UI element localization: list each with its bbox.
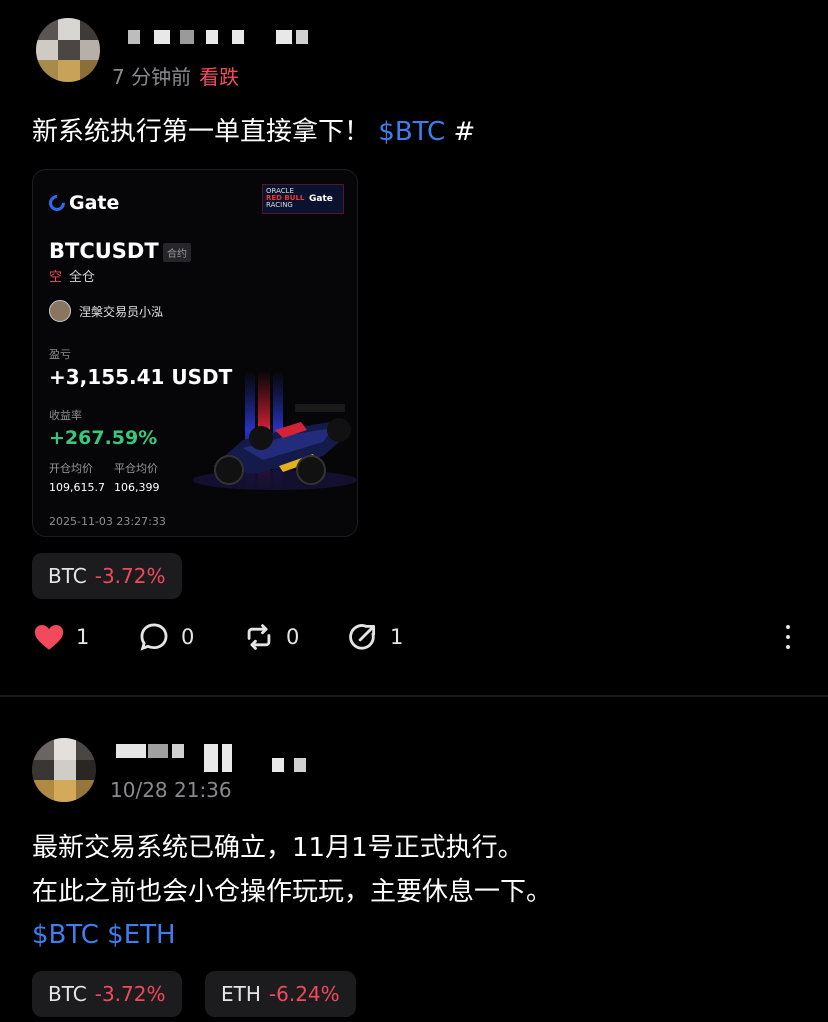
brand-logo: Gate <box>45 191 120 215</box>
contract-symbol: BTCUSDT <box>49 239 159 263</box>
like-count: 1 <box>76 625 90 649</box>
margin-mode: 全仓 <box>69 270 96 285</box>
share-button[interactable]: 1 <box>346 620 403 654</box>
ticker-chip-btc[interactable]: BTC -3.72% <box>32 553 182 599</box>
sponsor-badge: ORACLE RED BULL RACING Gate <box>262 184 344 214</box>
comment-bubble-icon <box>140 623 168 651</box>
post-divider <box>0 695 828 697</box>
roi-value: +267.59% <box>49 427 158 449</box>
ticker-chip-eth[interactable]: ETH -6.24% <box>205 971 356 1017</box>
pnl-share-card[interactable]: Gate ORACLE RED BULL RACING Gate BTCUSDT… <box>32 169 358 537</box>
username[interactable] <box>116 744 316 772</box>
hashtag-link[interactable]: # <box>453 117 475 147</box>
badge-brand: Gate <box>309 194 333 204</box>
like-button[interactable]: 1 <box>32 620 89 654</box>
ticker-chip-btc[interactable]: BTC -3.72% <box>32 971 182 1017</box>
ticker-symbol: ETH <box>221 982 261 1006</box>
comment-button[interactable]: 0 <box>137 620 194 654</box>
brand-name: Gate <box>69 192 120 214</box>
cashtag-link[interactable]: $BTC <box>378 117 445 147</box>
ticker-change: -3.72% <box>94 982 166 1006</box>
post-text: 新系统执行第一单直接拿下！ <box>32 117 371 147</box>
post-line-1: 最新交易系统已确立，11月1号正式执行。 <box>32 833 524 863</box>
post-body: 新系统执行第一单直接拿下！ $BTC # <box>32 110 475 154</box>
post-time: 10/28 21:36 <box>110 778 232 802</box>
close-price-label: 平仓均价 <box>114 462 158 475</box>
card-timestamp: 2025-11-03 23:27:33 <box>49 515 166 528</box>
close-price: 106,399 <box>114 481 160 494</box>
position-side: 空 <box>49 270 63 285</box>
share-count: 1 <box>390 625 404 649</box>
race-car-image <box>193 370 357 490</box>
badge-line-3: RACING <box>266 201 293 209</box>
ticker-change: -3.72% <box>94 564 166 588</box>
contract-type-tag: 合约 <box>163 243 191 262</box>
ticker-symbol: BTC <box>48 982 87 1006</box>
trader-name: 涅槃交易员小泓 <box>79 305 164 319</box>
comment-count: 0 <box>181 625 195 649</box>
gate-logo-icon <box>45 191 69 215</box>
username[interactable] <box>128 30 318 48</box>
avatar[interactable] <box>32 738 96 802</box>
share-icon <box>349 624 376 650</box>
post-line-2: 在此之前也会小仓操作玩玩，主要休息一下。 <box>32 877 553 907</box>
roi-label: 收益率 <box>49 409 82 422</box>
post-1: 7 分钟前 看跌 新系统执行第一单直接拿下！ $BTC # Gate ORACLE… <box>0 0 828 696</box>
heart-icon <box>34 624 64 650</box>
ticker-change: -6.24% <box>268 982 340 1006</box>
repost-icon <box>247 624 271 650</box>
cashtag-links[interactable]: $BTC $ETH <box>32 913 176 957</box>
post-meta: 7 分钟前 看跌 <box>112 61 239 90</box>
repost-button[interactable]: 0 <box>242 620 299 654</box>
ticker-symbol: BTC <box>48 564 87 588</box>
more-vertical-icon[interactable] <box>780 622 796 652</box>
sentiment-tag: 看跌 <box>199 65 240 89</box>
open-price-label: 开仓均价 <box>49 462 93 475</box>
pnl-label: 盈亏 <box>49 348 71 361</box>
trader-avatar <box>49 300 71 322</box>
open-price: 109,615.7 <box>49 481 105 494</box>
repost-count: 0 <box>286 625 300 649</box>
post-time: 7 分钟前 <box>112 65 192 89</box>
avatar[interactable] <box>36 18 100 82</box>
